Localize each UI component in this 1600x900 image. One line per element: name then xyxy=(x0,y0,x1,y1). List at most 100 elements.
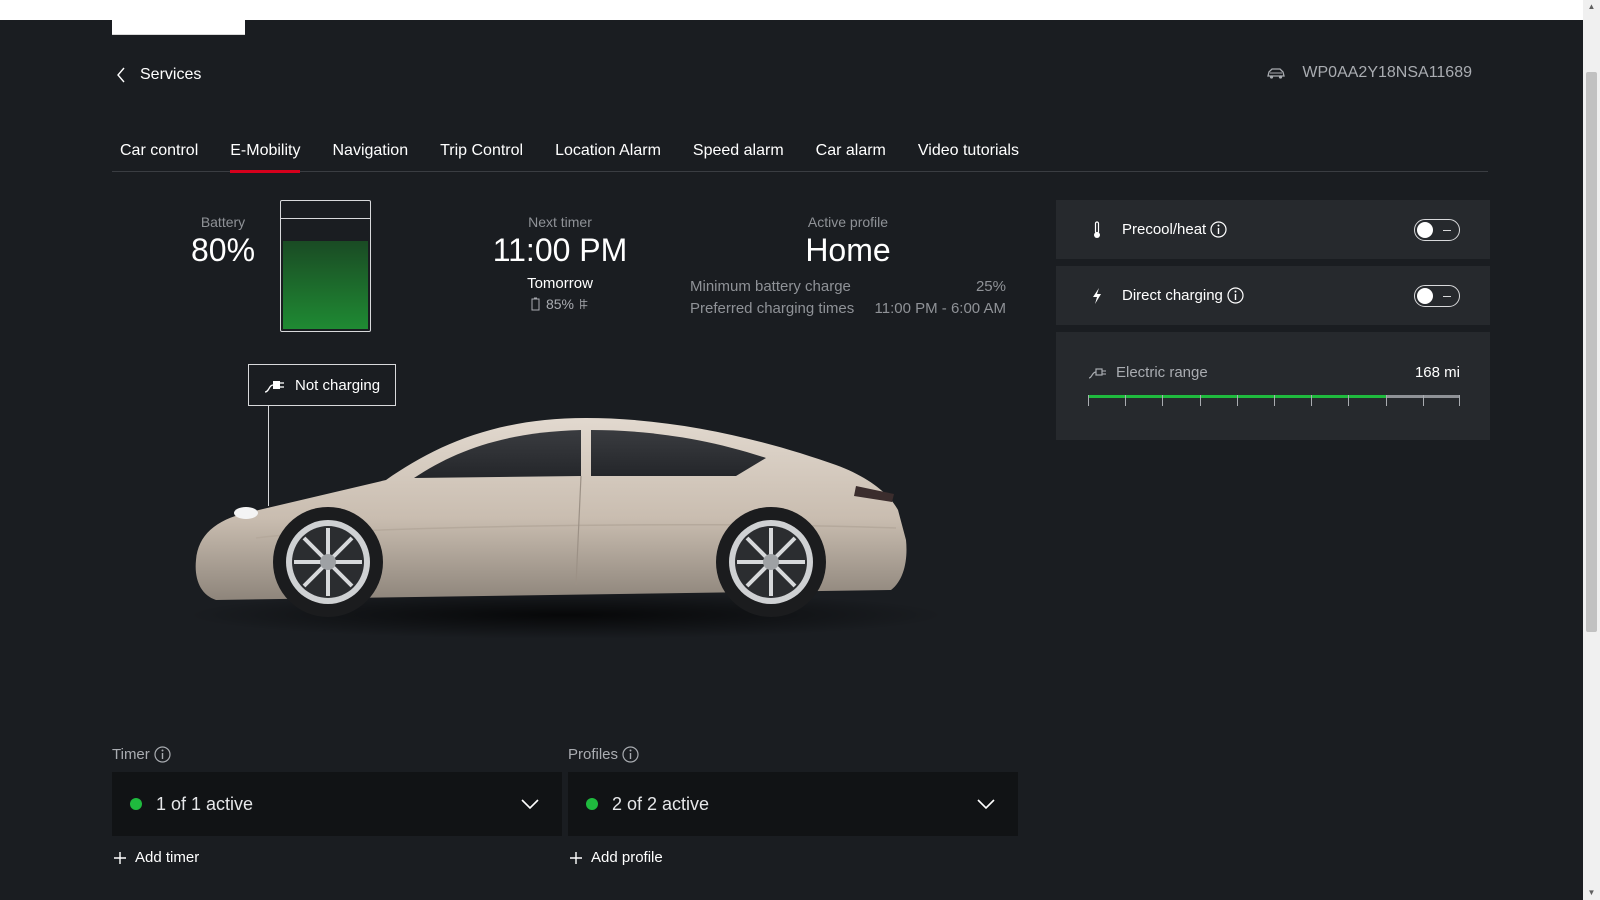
next-timer-target: 85% xyxy=(490,296,630,312)
timer-label: Timer xyxy=(112,746,150,763)
next-timer-label: Next timer xyxy=(528,214,592,230)
car-image xyxy=(186,418,946,639)
profiles-section-label: Profiles xyxy=(568,746,639,763)
min-charge-row: Minimum battery charge 25% xyxy=(690,278,1006,295)
precool-toggle[interactable] xyxy=(1414,218,1460,241)
info-icon[interactable] xyxy=(622,746,639,763)
car-icon xyxy=(1267,68,1286,79)
min-charge-value: 25% xyxy=(975,278,1006,295)
back-link-label: Services xyxy=(140,66,202,83)
range-bar xyxy=(1088,395,1460,409)
range-value: 168 mi xyxy=(1414,364,1460,381)
tab-location-alarm[interactable]: Location Alarm xyxy=(547,140,669,172)
battery-stat: Battery 80% xyxy=(186,214,260,269)
direct-charging-row: Direct charging xyxy=(1056,266,1490,325)
electric-range-panel: Electric range 168 mi xyxy=(1056,332,1490,440)
next-timer-day: Tomorrow xyxy=(527,275,593,292)
toggle-knob xyxy=(1417,287,1433,304)
timer-status: 1 of 1 active xyxy=(156,793,254,814)
active-profile-name: Home xyxy=(805,232,891,268)
direct-charging-label: Direct charging xyxy=(1122,287,1223,304)
tab-car-alarm[interactable]: Car alarm xyxy=(808,140,894,172)
next-timer-time: 11:00 PM xyxy=(492,232,628,268)
next-timer-target-value: 85% xyxy=(545,296,575,312)
battery-label: Battery xyxy=(200,214,246,230)
add-profile-label: Add profile xyxy=(591,849,663,866)
direct-charging-toggle[interactable] xyxy=(1414,284,1460,307)
range-label: Electric range xyxy=(1116,364,1208,381)
plus-icon xyxy=(114,851,126,864)
info-icon[interactable] xyxy=(154,746,171,763)
brand-logo-area xyxy=(112,0,245,35)
next-timer-stat: Next timer 11:00 PM Tomorrow 85% xyxy=(490,214,630,312)
toggle-knob xyxy=(1417,221,1433,238)
plus-icon xyxy=(570,851,582,864)
tab-speed-alarm[interactable]: Speed alarm xyxy=(685,140,792,172)
timer-section-label: Timer xyxy=(112,746,171,763)
battery-cap xyxy=(281,203,370,219)
plug-icon xyxy=(264,381,284,393)
range-tick xyxy=(1125,395,1127,406)
toggle-off-icon xyxy=(1443,229,1451,231)
scroll-thumb[interactable] xyxy=(1586,72,1597,632)
range-tick xyxy=(1422,395,1424,406)
range-tick xyxy=(1088,395,1089,406)
range-tick xyxy=(1385,395,1387,406)
range-tick xyxy=(1162,395,1164,406)
range-tick xyxy=(1199,395,1201,406)
direct-charging-panel: Direct charging xyxy=(1056,266,1490,325)
tab-navigation[interactable]: Navigation xyxy=(324,140,416,172)
active-status-dot xyxy=(130,798,142,810)
tab-video-tutorials[interactable]: Video tutorials xyxy=(910,140,1027,172)
active-profile-label: Active profile xyxy=(807,214,889,230)
tab-e-mobility[interactable]: E-Mobility xyxy=(222,140,308,173)
precool-panel: Precool/heat xyxy=(1056,200,1490,259)
charging-status-label: Not charging xyxy=(295,376,381,394)
timer-dropdown[interactable]: 1 of 1 active xyxy=(112,772,562,836)
precool-label: Precool/heat xyxy=(1122,221,1207,238)
info-icon[interactable] xyxy=(1210,221,1227,238)
vin-text: WP0AA2Y18NSA11689 xyxy=(1302,64,1472,81)
pref-times-value: 11:00 PM - 6:00 AM xyxy=(874,300,1006,317)
climate-icon xyxy=(580,299,588,309)
active-profile-stat: Active profile Home Minimum battery char… xyxy=(690,214,1006,317)
battery-small-icon xyxy=(531,297,540,311)
vehicle-id: WP0AA2Y18NSA11689 xyxy=(1266,64,1472,82)
tab-car-control[interactable]: Car control xyxy=(112,140,206,172)
charging-status-badge: Not charging xyxy=(248,364,396,406)
profiles-dropdown[interactable]: 2 of 2 active xyxy=(568,772,1018,836)
tab-trip-control[interactable]: Trip Control xyxy=(432,140,531,172)
page-scrollbar[interactable]: ▲ ▼ xyxy=(1583,0,1600,900)
main-tabs: Car control E-Mobility Navigation Trip C… xyxy=(112,140,1488,173)
car-front-wheel xyxy=(273,507,383,617)
range-tick xyxy=(1348,395,1350,406)
add-timer-button[interactable]: Add timer xyxy=(113,849,199,866)
thermometer-icon xyxy=(1094,220,1100,238)
battery-fill xyxy=(283,241,368,329)
precool-row: Precool/heat xyxy=(1056,200,1490,259)
active-status-dot xyxy=(586,798,598,810)
range-tick xyxy=(1274,395,1275,406)
pref-times-row: Preferred charging times 11:00 PM - 6:00… xyxy=(690,300,1006,317)
car-headlight xyxy=(234,507,258,519)
back-to-services-link[interactable]: Services xyxy=(116,66,201,84)
scroll-down-icon[interactable]: ▼ xyxy=(1583,886,1600,900)
scroll-up-icon[interactable]: ▲ xyxy=(1583,0,1600,14)
range-plug-icon xyxy=(1088,367,1106,379)
range-header: Electric range 168 mi xyxy=(1056,332,1490,381)
lightning-icon xyxy=(1093,287,1101,304)
chevron-down-icon xyxy=(977,799,995,810)
car-rear-wheel xyxy=(716,507,826,617)
range-tick xyxy=(1459,395,1460,406)
profiles-status: 2 of 2 active xyxy=(612,793,710,814)
toggle-off-icon xyxy=(1443,295,1451,297)
range-tick xyxy=(1311,395,1313,406)
min-charge-label: Minimum battery charge xyxy=(690,278,851,295)
battery-value: 80% xyxy=(190,232,256,268)
add-profile-button[interactable]: Add profile xyxy=(569,849,663,866)
chevron-down-icon xyxy=(521,799,539,810)
range-tick xyxy=(1236,395,1238,406)
battery-level-icon xyxy=(280,200,371,332)
info-icon[interactable] xyxy=(1227,287,1244,304)
chevron-left-icon xyxy=(117,67,125,83)
